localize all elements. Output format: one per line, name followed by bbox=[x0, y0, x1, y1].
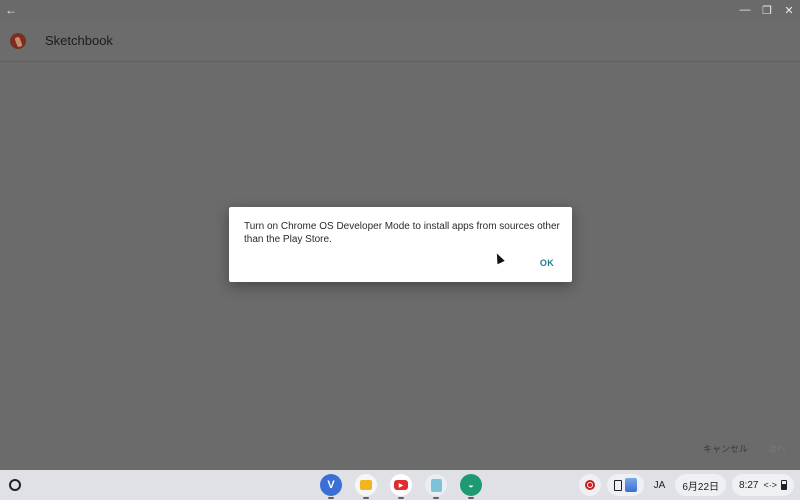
ime-indicator[interactable]: JA bbox=[650, 474, 670, 496]
developer-mode-dialog: Turn on Chrome OS Developer Mode to inst… bbox=[229, 207, 572, 282]
sketchbook-logo-icon bbox=[10, 32, 26, 49]
back-arrow-icon[interactable]: ← bbox=[0, 0, 22, 20]
holding-space[interactable] bbox=[606, 474, 644, 496]
background-actions: キャンセル 次へ bbox=[703, 442, 786, 455]
pinned-apps: V ▶ ◒ bbox=[320, 474, 482, 499]
next-button[interactable]: 次へ bbox=[768, 442, 786, 455]
battery-icon bbox=[781, 480, 787, 490]
keep-icon[interactable] bbox=[425, 474, 447, 499]
vectr-icon[interactable]: V bbox=[320, 474, 342, 499]
status-tray: JA 6月22日 8:27 <·> bbox=[578, 474, 794, 496]
time-and-status[interactable]: 8:27 <·> bbox=[732, 474, 794, 496]
ok-button[interactable]: OK bbox=[540, 258, 554, 268]
screen-record-icon[interactable] bbox=[578, 474, 601, 496]
close-icon[interactable]: ✕ bbox=[778, 0, 800, 20]
image-thumbnail-icon bbox=[624, 478, 637, 492]
restore-icon[interactable]: ❐ bbox=[756, 0, 778, 20]
shelf: V ▶ ◒ JA 6月22日 8:27 <·> bbox=[0, 470, 800, 500]
dialog-message: Turn on Chrome OS Developer Mode to inst… bbox=[244, 221, 560, 245]
app-bar: Sketchbook bbox=[0, 20, 800, 62]
android-icon[interactable]: ◒ bbox=[460, 474, 482, 499]
launcher-icon[interactable] bbox=[9, 479, 21, 491]
network-icon: <·> bbox=[763, 480, 777, 490]
app-title: Sketchbook bbox=[45, 33, 113, 48]
document-icon bbox=[613, 479, 622, 491]
cancel-button[interactable]: キャンセル bbox=[703, 442, 748, 455]
youtube-icon[interactable]: ▶ bbox=[390, 474, 412, 499]
files-icon[interactable] bbox=[355, 474, 377, 499]
minimize-icon[interactable]: — bbox=[734, 0, 756, 20]
window-titlebar: ← — ❐ ✕ bbox=[0, 0, 800, 20]
clock: 8:27 bbox=[739, 479, 759, 491]
date-display[interactable]: 6月22日 bbox=[675, 474, 727, 496]
